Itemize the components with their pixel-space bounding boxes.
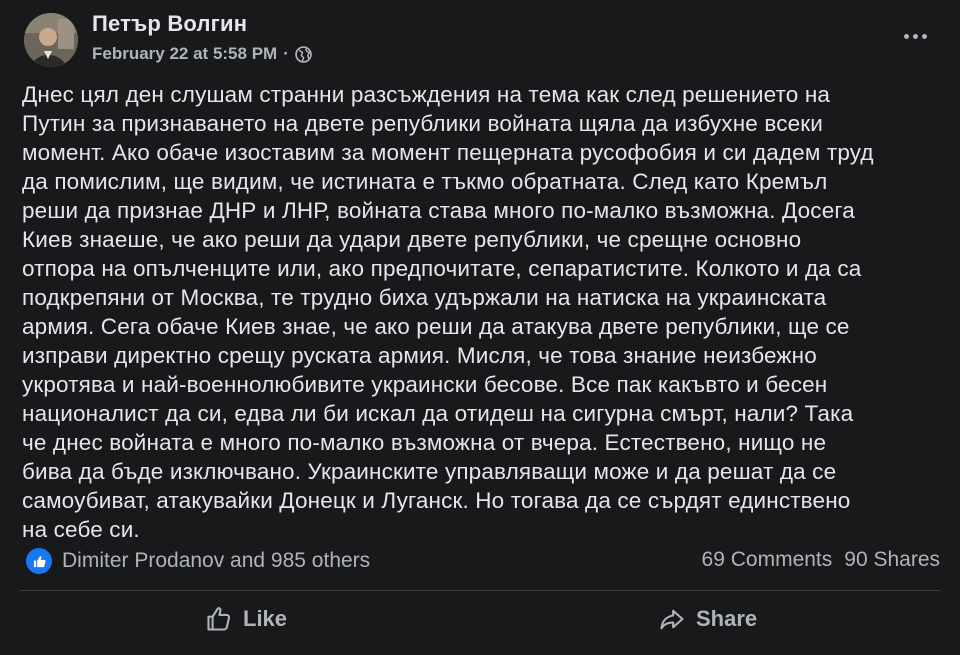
author-avatar[interactable] [24, 13, 78, 67]
actions-divider [20, 590, 940, 591]
reactions-summary[interactable]: Dimiter Prodanov and 985 others [26, 548, 370, 574]
thumbs-up-icon [207, 607, 231, 631]
post-meta: February 22 at 5:58 PM · [92, 44, 312, 64]
share-label: Share [696, 606, 758, 631]
more-dot-icon [912, 33, 918, 39]
reactions-text: Dimiter Prodanov and 985 others [62, 549, 371, 572]
post-body: Днес цял ден слушам странни разсъждения … [22, 82, 874, 542]
like-button[interactable]: Like [205, 605, 287, 633]
like-reaction-icon [26, 548, 52, 574]
more-options-button[interactable] [900, 24, 930, 48]
more-dot-icon [903, 33, 909, 39]
share-button[interactable]: Share [658, 605, 757, 633]
author-name[interactable]: Петър Волгин [92, 11, 247, 37]
comments-count[interactable]: 69 Comments [702, 548, 833, 572]
avatar-photo [24, 13, 78, 67]
globe-icon [295, 45, 312, 63]
like-label: Like [243, 606, 288, 631]
post-stats: 69 Comments 90 Shares [702, 548, 940, 572]
facebook-post: Петър Волгин February 22 at 5:58 PM · Дн… [0, 0, 960, 655]
post-timestamp[interactable]: February 22 at 5:58 PM [92, 44, 277, 64]
share-arrow-icon [660, 609, 684, 630]
meta-separator: · [283, 44, 289, 63]
more-dot-icon [921, 33, 927, 39]
shares-count[interactable]: 90 Shares [844, 548, 940, 572]
